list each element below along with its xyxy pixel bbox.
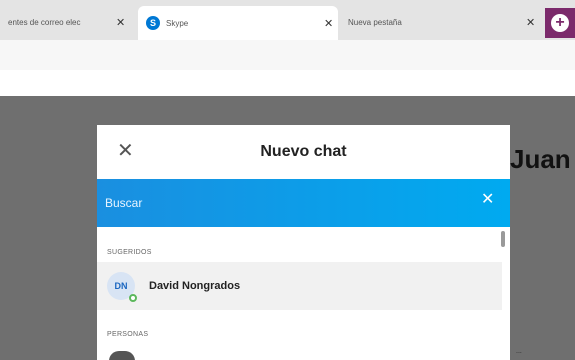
plus-icon: +: [551, 14, 569, 32]
address-bar[interactable]: [0, 40, 575, 70]
tab-email[interactable]: entes de correo elec ✕: [0, 8, 140, 36]
tab-close-icon[interactable]: ✕: [324, 17, 333, 30]
tab-close-icon[interactable]: ✕: [526, 16, 535, 29]
new-tab-button[interactable]: +: [545, 8, 575, 38]
skype-icon: S: [146, 16, 160, 30]
presence-online-icon: [129, 294, 137, 302]
section-label-suggested: SUGERIDOS: [107, 249, 152, 256]
dialog-header: ✕ Nuevo chat: [97, 125, 510, 179]
search-input[interactable]: [105, 191, 475, 215]
tab-title: entes de correo elec: [8, 17, 81, 27]
scrollbar[interactable]: [501, 229, 506, 359]
tab-skype[interactable]: S Skype ✕: [138, 6, 338, 40]
background-text: ...: [516, 348, 522, 355]
tab-close-icon[interactable]: ✕: [116, 16, 125, 29]
page-header-strip: [0, 70, 575, 96]
background-profile-name: Juan: [510, 144, 571, 174]
scrollbar-thumb[interactable]: [501, 231, 505, 247]
section-label-people: PERSONAS: [107, 331, 149, 338]
dialog-title: Nuevo chat: [260, 143, 347, 160]
browser-tab-bar: entes de correo elec ✕ S Skype ✕ Nueva p…: [0, 0, 575, 40]
avatar[interactable]: [109, 351, 135, 360]
tab-new-tab[interactable]: Nueva pestaña ✕: [340, 8, 540, 36]
tab-title: Skype: [166, 18, 189, 28]
contact-name: David Nongrados: [149, 280, 241, 292]
search-bar: ✕: [97, 179, 510, 227]
new-chat-dialog: ✕ Nuevo chat ✕ SUGERIDOS DN David Nongra…: [97, 125, 510, 360]
contact-row[interactable]: DN David Nongrados: [97, 262, 502, 310]
clear-search-icon[interactable]: ✕: [481, 192, 494, 208]
tab-title: Nueva pestaña: [348, 17, 402, 27]
